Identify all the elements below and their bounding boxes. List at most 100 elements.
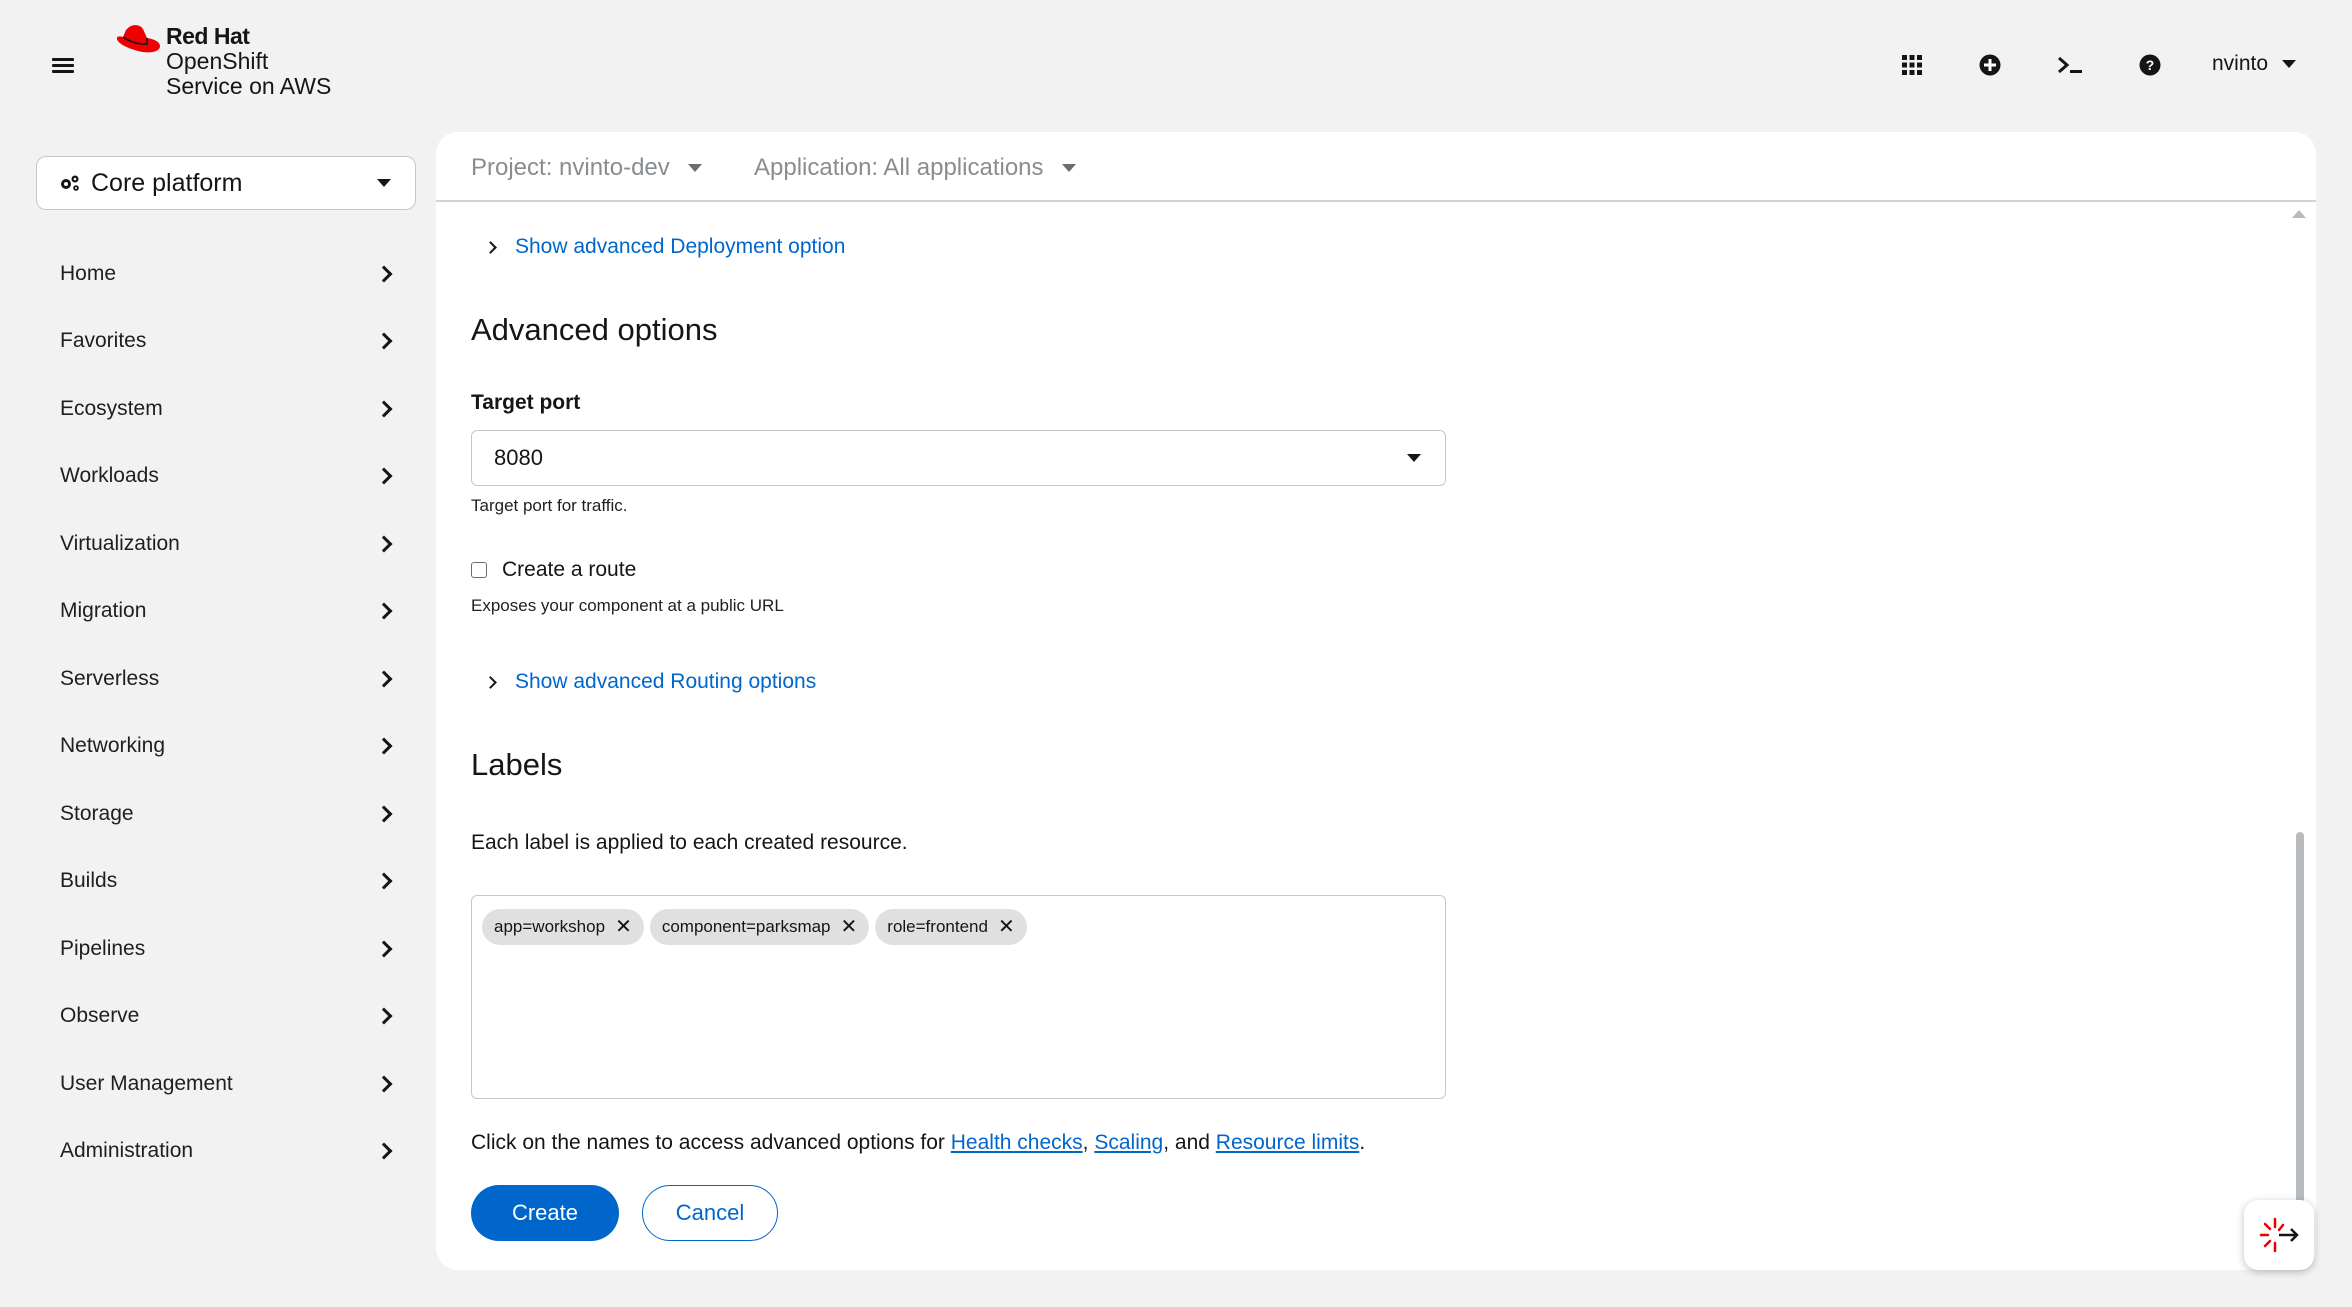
sidebar-item-administration[interactable]: Administration <box>36 1118 416 1186</box>
create-route-checkbox-row[interactable]: Create a route <box>471 558 636 582</box>
chevron-right-icon <box>375 467 393 485</box>
sidebar-item-migration[interactable]: Migration <box>36 578 416 646</box>
redhat-logo-icon <box>116 25 160 53</box>
assistant-button[interactable] <box>2244 1200 2314 1270</box>
chevron-right-icon <box>484 240 497 254</box>
app-launcher-icon[interactable] <box>1897 50 1927 80</box>
create-button[interactable]: Create <box>471 1185 619 1241</box>
chevron-right-icon <box>375 1142 393 1160</box>
caret-down-icon <box>1407 454 1421 462</box>
separator: , <box>1082 1131 1095 1154</box>
sidebar-item-observe[interactable]: Observe <box>36 983 416 1051</box>
label-chip: component=parksmap ✕ <box>649 909 870 945</box>
caret-down-icon <box>2282 60 2297 68</box>
suffix: . <box>1359 1131 1366 1154</box>
label-chip-text: role=frontend <box>887 917 988 936</box>
sidebar-item-label: Pipelines <box>60 936 146 960</box>
sidebar-item-label: Serverless <box>60 666 160 690</box>
target-port-select[interactable]: 8080 <box>471 430 1446 486</box>
help-icon[interactable]: ? <box>2135 50 2165 80</box>
advanced-links-prefix: Click on the names to access advanced op… <box>471 1131 951 1154</box>
health-checks-link[interactable]: Health checks <box>951 1131 1083 1154</box>
terminal-icon[interactable] <box>2055 50 2085 80</box>
logo-product-line2: Service on AWS <box>166 73 332 99</box>
quick-create-icon[interactable] <box>1975 50 2005 80</box>
sidebar-item-ecosystem[interactable]: Ecosystem <box>36 375 416 443</box>
sidebar-item-favorites[interactable]: Favorites <box>36 308 416 376</box>
sidebar-item-label: Home <box>60 261 117 285</box>
lightspeed-icon <box>2259 1217 2299 1253</box>
target-port-label: Target port <box>471 391 581 414</box>
sidebar-item-label: Workloads <box>60 464 159 488</box>
target-port-helper: Target port for traffic. <box>471 496 628 515</box>
sidebar-item-label: User Management <box>60 1071 233 1095</box>
logo-brand: Red Hat <box>166 23 250 49</box>
logo-product-line1: OpenShift <box>166 48 269 74</box>
chevron-right-icon <box>375 332 393 350</box>
sidebar-nav: Home Favorites Ecosystem Workloads Virtu… <box>36 240 416 1185</box>
project-selector-label: Project: nvinto-dev <box>471 154 670 181</box>
label-chip-text: app=workshop <box>494 917 606 936</box>
routing-options-link: Show advanced Routing options <box>515 670 817 693</box>
target-port-value: 8080 <box>494 445 543 470</box>
chevron-right-icon <box>375 602 393 620</box>
advanced-links-text: Click on the names to access advanced op… <box>471 1131 1365 1155</box>
chevron-right-icon <box>375 1007 393 1025</box>
main-panel: Project: nvinto-dev Application: All app… <box>436 132 2316 1270</box>
chevron-right-icon <box>375 1075 393 1093</box>
close-icon[interactable]: ✕ <box>615 917 632 937</box>
chevron-right-icon <box>375 400 393 418</box>
context-bar: Project: nvinto-dev Application: All app… <box>436 132 2316 202</box>
sidebar-item-label: Builds <box>60 869 118 893</box>
sidebar-item-label: Networking <box>60 734 166 758</box>
label-chip: app=workshop ✕ <box>482 909 644 945</box>
cogs-icon <box>61 175 79 191</box>
resource-limits-link[interactable]: Resource limits <box>1216 1131 1360 1154</box>
sidebar-item-serverless[interactable]: Serverless <box>36 645 416 713</box>
sidebar-item-home[interactable]: Home <box>36 240 416 308</box>
sidebar-item-label: Ecosystem <box>60 396 163 420</box>
routing-options-expander[interactable]: Show advanced Routing options <box>484 670 817 694</box>
sidebar-item-builds[interactable]: Builds <box>36 848 416 916</box>
label-chip-text: component=parksmap <box>661 917 831 936</box>
sidebar-item-networking[interactable]: Networking <box>36 713 416 781</box>
sidebar-item-storage[interactable]: Storage <box>36 780 416 848</box>
caret-down-icon <box>1061 164 1076 172</box>
chevron-right-icon <box>484 675 497 689</box>
perspective-label: Core platform <box>91 168 243 197</box>
labels-title: Labels <box>471 747 563 782</box>
user-menu[interactable]: nvinto <box>2212 52 2297 76</box>
scroll-up-arrow-icon[interactable] <box>2292 210 2306 218</box>
logo: Red Hat OpenShift Service on AWS <box>114 24 331 99</box>
chevron-right-icon <box>375 940 393 958</box>
separator: , and <box>1163 1131 1216 1154</box>
scaling-link[interactable]: Scaling <box>1094 1131 1163 1154</box>
sidebar-item-virtualization[interactable]: Virtualization <box>36 510 416 578</box>
sidebar-item-label: Virtualization <box>60 531 180 555</box>
sidebar-item-label: Storage <box>60 801 134 825</box>
sidebar-item-user-management[interactable]: User Management <box>36 1050 416 1118</box>
sidebar-item-pipelines[interactable]: Pipelines <box>36 915 416 983</box>
labels-description: Each label is applied to each created re… <box>471 831 908 854</box>
create-route-label: Create a route <box>502 558 637 581</box>
cancel-button[interactable]: Cancel <box>642 1185 778 1241</box>
caret-down-icon <box>377 179 391 187</box>
hamburger-icon[interactable] <box>52 55 74 77</box>
svg-text:?: ? <box>2146 57 2155 73</box>
advanced-options-title: Advanced options <box>471 312 718 347</box>
perspective-switcher[interactable]: Core platform <box>36 156 416 210</box>
deployment-options-expander[interactable]: Show advanced Deployment option <box>484 235 845 259</box>
application-selector[interactable]: Application: All applications <box>754 154 1076 182</box>
create-route-helper: Exposes your component at a public URL <box>471 596 784 615</box>
application-selector-label: Application: All applications <box>754 154 1044 181</box>
chevron-right-icon <box>375 805 393 823</box>
create-route-checkbox[interactable] <box>471 562 487 578</box>
close-icon[interactable]: ✕ <box>998 917 1015 937</box>
chevron-right-icon <box>375 872 393 890</box>
project-selector[interactable]: Project: nvinto-dev <box>471 154 702 182</box>
chevron-right-icon <box>375 737 393 755</box>
close-icon[interactable]: ✕ <box>841 917 858 937</box>
sidebar-item-label: Observe <box>60 1004 140 1028</box>
sidebar-item-workloads[interactable]: Workloads <box>36 443 416 511</box>
labels-input[interactable]: app=workshop ✕ component=parksmap ✕ role… <box>471 895 1446 1099</box>
